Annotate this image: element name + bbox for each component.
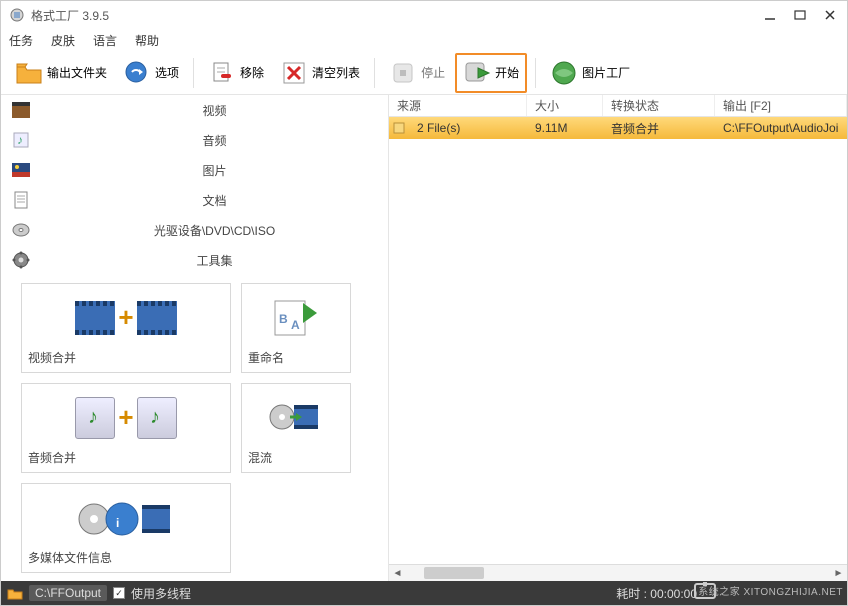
document-icon [1, 191, 41, 209]
globe-green-icon [550, 59, 578, 87]
picture-factory-label: 图片工厂 [582, 64, 630, 81]
toolbar-separator [193, 58, 194, 88]
disc-icon [1, 221, 41, 239]
options-label: 选项 [155, 64, 179, 81]
scroll-thumb[interactable] [424, 567, 484, 579]
output-path[interactable]: C:\FFOutput [29, 585, 107, 601]
folder-icon [15, 59, 43, 87]
minimize-button[interactable] [761, 6, 779, 24]
menubar: 任务 皮肤 语言 帮助 [1, 29, 847, 51]
tool-media-info[interactable]: i 多媒体文件信息 [21, 483, 231, 573]
remove-label: 移除 [240, 64, 264, 81]
statusbar: C:\FFOutput ✓ 使用多线程 耗时 : 00:00:00 系统之家 X… [1, 581, 847, 605]
col-output[interactable]: 输出 [F2] [715, 95, 847, 116]
globe-arrow-icon [123, 59, 151, 87]
remove-doc-icon [208, 59, 236, 87]
tool-audio-join-label: 音频合并 [28, 445, 224, 466]
row-state: 音频合并 [603, 120, 715, 137]
tool-video-join-label: 视频合并 [28, 345, 224, 366]
gear-film-icon [1, 250, 41, 270]
right-pane: 来源 大小 转换状态 输出 [F2] 2 File(s) 9.11M 音频合并 … [389, 95, 847, 581]
tool-rename[interactable]: BA 重命名 [241, 283, 351, 373]
app-icon [9, 7, 25, 23]
col-source[interactable]: 来源 [389, 95, 527, 116]
category-video-label: 视频 [41, 102, 388, 119]
category-audio-label: 音频 [41, 132, 388, 149]
scroll-right-arrow[interactable]: ► [830, 565, 847, 582]
category-document[interactable]: 文档 [1, 185, 388, 215]
film-clapper-icon [1, 101, 41, 119]
col-state[interactable]: 转换状态 [603, 95, 715, 116]
clear-list-button[interactable]: 清空列表 [274, 55, 366, 91]
status-folder-icon[interactable] [7, 586, 23, 600]
stop-icon [389, 59, 417, 87]
category-audio[interactable]: ♪ 音频 [1, 125, 388, 155]
row-size: 9.11M [527, 121, 603, 135]
category-video[interactable]: 视频 [1, 95, 388, 125]
main: 视频 ♪ 音频 图片 文档 光驱设备\DVD\CD\ISO 工具集 + 视频合并 [1, 95, 847, 581]
start-button[interactable]: 开始 [455, 53, 527, 93]
toolbar: 输出文件夹 选项 移除 清空列表 停止 开始 图片工厂 [1, 51, 847, 95]
tool-mux[interactable]: 混流 [241, 383, 351, 473]
output-folder-label: 输出文件夹 [47, 64, 107, 81]
svg-text:♪: ♪ [17, 133, 23, 147]
file-row[interactable]: 2 File(s) 9.11M 音频合并 C:\FFOutput\AudioJo… [389, 117, 847, 139]
clear-x-icon [280, 59, 308, 87]
svg-text:i: i [116, 516, 119, 530]
tool-audio-join[interactable]: + 音频合并 [21, 383, 231, 473]
tool-mux-label: 混流 [248, 445, 344, 466]
options-button[interactable]: 选项 [117, 55, 185, 91]
col-size[interactable]: 大小 [527, 95, 603, 116]
stop-label: 停止 [421, 64, 445, 81]
toolbar-separator [374, 58, 375, 88]
category-document-label: 文档 [41, 192, 388, 209]
column-header: 来源 大小 转换状态 输出 [F2] [389, 95, 847, 117]
window-controls [761, 6, 839, 24]
stop-button[interactable]: 停止 [383, 55, 451, 91]
music-note-icon: ♪ [1, 131, 41, 149]
photo-icon [1, 162, 41, 178]
category-disc[interactable]: 光驱设备\DVD\CD\ISO [1, 215, 388, 245]
svg-text:A: A [291, 318, 300, 332]
category-disc-label: 光驱设备\DVD\CD\ISO [41, 222, 388, 239]
file-list-body [389, 139, 847, 564]
horizontal-scrollbar[interactable]: ◄ ► [389, 564, 847, 581]
row-source: 2 File(s) [409, 121, 527, 135]
multithread-checkbox[interactable]: ✓ [113, 587, 125, 599]
menu-skin[interactable]: 皮肤 [51, 32, 75, 49]
tool-rename-label: 重命名 [248, 345, 344, 366]
app-title: 格式工厂 3.9.5 [31, 7, 761, 24]
start-label: 开始 [495, 64, 519, 81]
left-pane: 视频 ♪ 音频 图片 文档 光驱设备\DVD\CD\ISO 工具集 + 视频合并 [1, 95, 389, 581]
titlebar: 格式工厂 3.9.5 [1, 1, 847, 29]
elapsed-time: 耗时 : 00:00:00 [616, 585, 697, 602]
toolbar-separator [535, 58, 536, 88]
remove-button[interactable]: 移除 [202, 55, 270, 91]
scroll-left-arrow[interactable]: ◄ [389, 565, 406, 582]
picture-factory-button[interactable]: 图片工厂 [544, 55, 636, 91]
category-image[interactable]: 图片 [1, 155, 388, 185]
multithread-label: 使用多线程 [131, 585, 191, 602]
menu-help[interactable]: 帮助 [135, 32, 159, 49]
tool-media-info-label: 多媒体文件信息 [28, 545, 224, 566]
start-play-icon [463, 59, 491, 87]
row-output: C:\FFOutput\AudioJoi [715, 121, 847, 135]
category-image-label: 图片 [41, 162, 388, 179]
maximize-button[interactable] [791, 6, 809, 24]
menu-language[interactable]: 语言 [93, 32, 117, 49]
tools-grid: + 视频合并 BA 重命名 + 音频合并 混流 i 多媒体文件信息 [1, 275, 388, 581]
watermark-text: 系统之家 XITONGZHIJIA.NET [698, 583, 843, 598]
menu-task[interactable]: 任务 [9, 32, 33, 49]
svg-text:B: B [279, 312, 288, 326]
close-button[interactable] [821, 6, 839, 24]
category-toolkit-label: 工具集 [41, 252, 388, 269]
row-file-icon [389, 121, 409, 135]
clear-list-label: 清空列表 [312, 64, 360, 81]
category-toolkit[interactable]: 工具集 [1, 245, 388, 275]
output-folder-button[interactable]: 输出文件夹 [9, 55, 113, 91]
tool-video-join[interactable]: + 视频合并 [21, 283, 231, 373]
